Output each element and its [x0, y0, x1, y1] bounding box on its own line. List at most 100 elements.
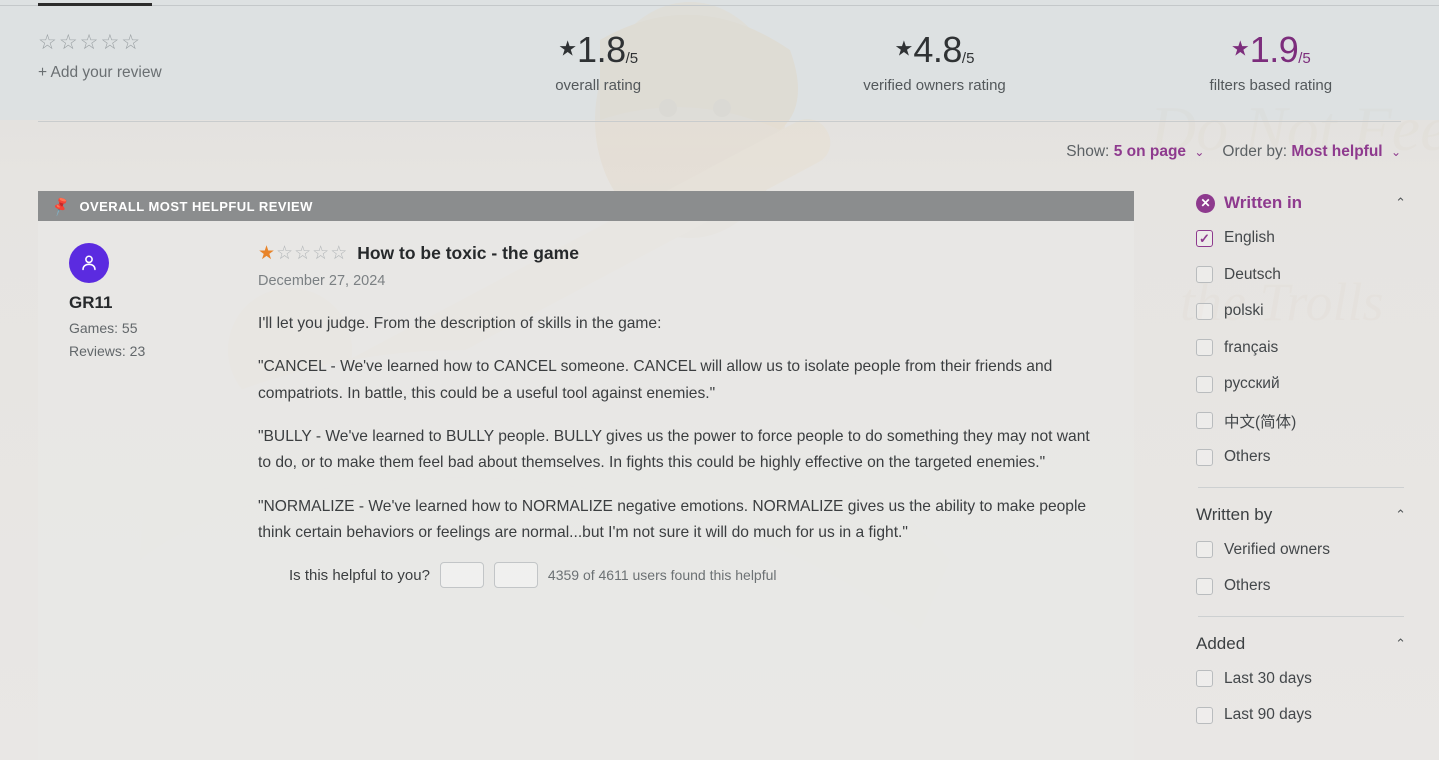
- active-tab-underline[interactable]: [38, 3, 152, 6]
- filter-group-written-in: ✕ Written in ⌃ English Deutsch polski français…: [1196, 186, 1406, 476]
- filter-option[interactable]: Verified owners: [1196, 532, 1406, 569]
- author-name[interactable]: GR11: [69, 293, 258, 313]
- checkbox-icon[interactable]: [1196, 412, 1213, 430]
- filter-divider: [1198, 615, 1404, 617]
- filter-option-label: 中文(简体): [1224, 413, 1297, 431]
- order-by-value: Most helpful: [1291, 143, 1383, 160]
- verified-owners-rating-star-icon: ★: [894, 37, 914, 61]
- checkbox-icon[interactable]: [1196, 339, 1213, 357]
- checkbox-icon[interactable]: [1196, 302, 1213, 320]
- show-per-page-dropdown[interactable]: Show: 5 on page ⌄: [1066, 143, 1204, 161]
- filter-option[interactable]: 中文(简体): [1196, 403, 1406, 440]
- star-empty-icon: ☆: [276, 243, 295, 264]
- close-icon[interactable]: ✕: [1196, 193, 1215, 213]
- most-helpful-banner-text: OVERALL MOST HELPFUL REVIEW: [79, 198, 313, 214]
- filters-sidebar: ✕ Written in ⌃ English Deutsch polski français…: [1196, 186, 1406, 734]
- order-by-label: Order by:: [1222, 143, 1288, 160]
- filter-option[interactable]: English: [1196, 220, 1406, 257]
- review-rating-stars: ★☆☆☆☆: [258, 244, 348, 263]
- star-empty-icon: ☆: [312, 243, 331, 264]
- helpful-yes-button[interactable]: [439, 562, 484, 589]
- star-empty-icon: ☆: [330, 243, 349, 264]
- review-paragraph: "CANCEL - We've learned how to CANCEL so…: [258, 358, 1053, 402]
- filter-option-label: Others: [1224, 577, 1271, 595]
- filter-option-label: Last 90 days: [1224, 706, 1312, 724]
- review-paragraph: "NORMALIZE - We've learned how to NORMAL…: [258, 497, 1087, 542]
- filter-option[interactable]: français: [1196, 330, 1406, 367]
- filter-option[interactable]: русский: [1196, 366, 1406, 403]
- review-paragraph: I'll let you judge. From the description…: [258, 315, 662, 332]
- list-controls: Show: 5 on page ⌄ Order by: Most helpful…: [1066, 143, 1401, 161]
- user-rating-stars[interactable]: ☆☆☆☆☆: [38, 32, 430, 53]
- checkbox-icon[interactable]: [1196, 706, 1213, 724]
- checkbox-icon[interactable]: [1196, 375, 1213, 393]
- checkbox-icon[interactable]: [1196, 670, 1213, 688]
- filter-option-label: русский: [1224, 375, 1280, 393]
- filter-option-label: Verified owners: [1224, 540, 1330, 558]
- filter-option[interactable]: Last 30 days: [1196, 661, 1406, 698]
- filters-based-rating-label: filters based rating: [1209, 77, 1333, 94]
- review-body: GR11 Games: 55 Reviews: 23 ★☆☆☆☆ How to …: [38, 221, 1134, 546]
- most-helpful-banner: 📌 OVERALL MOST HELPFUL REVIEW: [38, 191, 1134, 221]
- overall-rating-block: ★1.8/5 overall rating: [430, 6, 766, 95]
- filter-option[interactable]: Deutsch: [1196, 257, 1406, 294]
- filters-based-rating-value: 1.9: [1249, 29, 1299, 70]
- verified-owners-rating-value: 4.8: [913, 29, 962, 70]
- helpful-no-button[interactable]: [493, 562, 538, 589]
- user-icon: [82, 255, 96, 271]
- chevron-down-icon: ⌄: [1194, 145, 1205, 159]
- filter-group-header[interactable]: ✕ Written in ⌃: [1196, 186, 1406, 220]
- most-helpful-review-card: 📌 OVERALL MOST HELPFUL REVIEW GR11 Games…: [38, 191, 1134, 760]
- checkbox-icon[interactable]: [1196, 266, 1213, 284]
- review-paragraph: "BULLY - We've learned to BULLY people. …: [258, 428, 1090, 472]
- filters-based-rating-star-icon: ★: [1230, 37, 1250, 61]
- overall-rating-label: overall rating: [555, 77, 642, 94]
- filter-option-label: Deutsch: [1224, 265, 1281, 283]
- filter-option[interactable]: Others: [1196, 439, 1406, 476]
- tab-strip-rule: [0, 5, 1439, 6]
- add-your-review-link[interactable]: + Add your review: [38, 64, 430, 82]
- reviews-page: Do Not Feed the Trolls ☆☆☆☆☆ + Add your …: [0, 0, 1439, 760]
- filter-group-added: Added ⌃ Last 30 days Last 90 days: [1196, 627, 1406, 734]
- review-helpful-row: Is this helpful to you? 4359 of 4611 use…: [38, 546, 1134, 589]
- author-games-count: Games: 55: [69, 320, 138, 336]
- filter-group-title: Written by: [1196, 504, 1273, 524]
- helpful-question: Is this helpful to you?: [289, 566, 430, 584]
- chevron-up-icon[interactable]: ⌃: [1395, 636, 1406, 652]
- checkbox-icon[interactable]: [1196, 577, 1213, 595]
- review-title-row: ★☆☆☆☆ How to be toxic - the game: [258, 243, 1098, 264]
- filter-option[interactable]: Others: [1196, 568, 1406, 605]
- order-by-dropdown[interactable]: Order by: Most helpful ⌄: [1222, 143, 1401, 161]
- filter-option-label: Others: [1224, 448, 1271, 466]
- filter-option-label: français: [1224, 338, 1279, 356]
- filter-divider: [1198, 486, 1404, 488]
- review-title[interactable]: How to be toxic - the game: [357, 243, 579, 264]
- tab-strip: [0, 0, 1439, 6]
- checkbox-icon[interactable]: [1196, 229, 1213, 247]
- checkbox-icon[interactable]: [1196, 448, 1213, 466]
- filter-group-title: Added: [1196, 633, 1246, 653]
- filter-group-header[interactable]: Added ⌃: [1196, 627, 1406, 661]
- filter-group-header[interactable]: Written by ⌃: [1196, 498, 1406, 532]
- verified-owners-rating-label: verified owners rating: [863, 77, 1006, 94]
- avatar[interactable]: [69, 243, 109, 283]
- ratings-header: ☆☆☆☆☆ + Add your review ★1.8/5 overall r…: [0, 6, 1439, 122]
- header-divider: [38, 121, 1401, 122]
- overall-rating-value: 1.8: [577, 29, 626, 70]
- star-filled-icon: ★: [258, 243, 277, 264]
- filter-option[interactable]: Last 90 days: [1196, 697, 1406, 734]
- user-rating-block: ☆☆☆☆☆ + Add your review: [0, 6, 430, 82]
- chevron-up-icon[interactable]: ⌃: [1395, 195, 1406, 211]
- checkbox-icon[interactable]: [1196, 541, 1213, 559]
- filter-option-label: polski: [1224, 302, 1264, 320]
- show-value: 5 on page: [1113, 143, 1187, 160]
- filter-option-label: Last 30 days: [1224, 669, 1312, 687]
- filter-group-title: Written in: [1224, 193, 1303, 212]
- review-text: I'll let you judge. From the description…: [258, 311, 1098, 546]
- chevron-up-icon[interactable]: ⌃: [1395, 507, 1406, 523]
- verified-owners-rating-block: ★4.8/5 verified owners rating: [766, 6, 1102, 95]
- pushpin-icon: 📌: [49, 195, 73, 217]
- filter-option[interactable]: polski: [1196, 293, 1406, 330]
- star-empty-icon: ☆: [294, 243, 313, 264]
- filter-option-label: English: [1224, 229, 1275, 247]
